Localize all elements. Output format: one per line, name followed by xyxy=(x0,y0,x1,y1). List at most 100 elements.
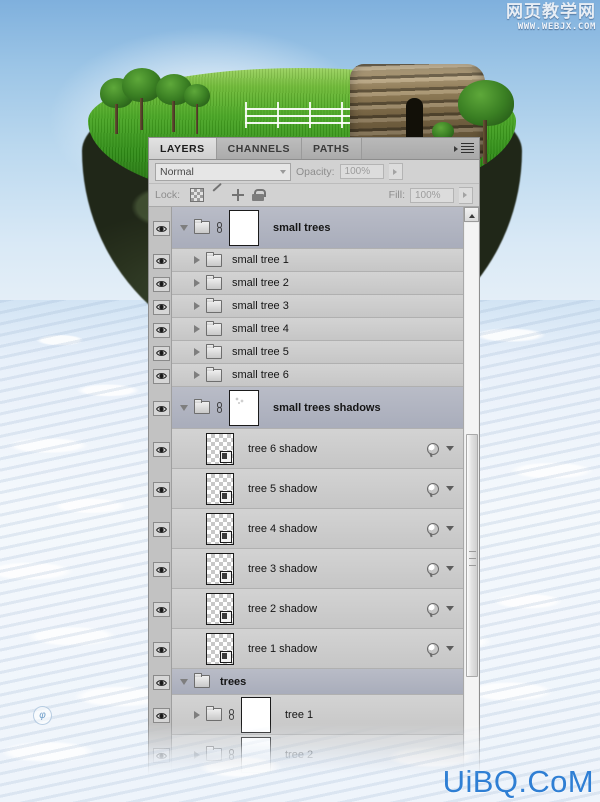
effects-expand-chevron-icon[interactable] xyxy=(446,446,454,451)
eye-visibility-icon[interactable] xyxy=(153,482,170,497)
tab-channels[interactable]: CHANNELS xyxy=(216,138,302,159)
layer-thumbnail[interactable] xyxy=(206,592,234,625)
scroll-up-arrow-icon[interactable] xyxy=(464,207,479,222)
layer-thumbnail[interactable] xyxy=(206,472,234,505)
effects-expand-chevron-icon[interactable] xyxy=(446,646,454,651)
effects-expand-chevron-icon[interactable] xyxy=(446,566,454,571)
layer-row[interactable]: tree 1 shadow xyxy=(172,629,463,669)
layer-row[interactable]: tree 1 xyxy=(172,695,463,735)
tab-layers[interactable]: LAYERS xyxy=(149,138,217,159)
eye-visibility-icon[interactable] xyxy=(153,602,170,617)
eye-visibility-icon[interactable] xyxy=(153,708,170,723)
layer-row[interactable]: small tree 5 xyxy=(172,341,463,364)
layer-effects-icon[interactable] xyxy=(427,442,439,455)
lock-icon-group xyxy=(190,188,267,202)
layer-effects-icon[interactable] xyxy=(427,602,439,615)
layer-thumbnail[interactable] xyxy=(206,432,234,465)
lock-image-pixels-icon[interactable] xyxy=(212,189,224,201)
effects-expand-chevron-icon[interactable] xyxy=(446,606,454,611)
layer-row[interactable]: tree 2 shadow xyxy=(172,589,463,629)
layer-row[interactable]: small tree 6 xyxy=(172,364,463,387)
layer-row[interactable]: tree 5 shadow xyxy=(172,469,463,509)
eye-visibility-icon[interactable] xyxy=(153,253,170,269)
layer-mask-thumbnail[interactable] xyxy=(229,389,259,426)
disclosure-triangle-down-icon[interactable] xyxy=(180,224,188,231)
effects-expand-chevron-icon[interactable] xyxy=(446,486,454,491)
eye-visibility-icon[interactable] xyxy=(153,675,170,690)
eye-visibility-icon[interactable] xyxy=(153,522,170,537)
disclosure-triangle-right-icon[interactable] xyxy=(194,710,200,719)
layer-mask-thumbnail[interactable] xyxy=(229,209,259,246)
layer-thumbnail[interactable] xyxy=(206,552,234,585)
disclosure-triangle-right-icon[interactable] xyxy=(194,750,200,759)
link-chain-icon[interactable] xyxy=(216,401,223,414)
eye-visibility-icon[interactable] xyxy=(153,368,170,384)
link-chain-icon[interactable] xyxy=(228,748,235,761)
disclosure-triangle-right-icon[interactable] xyxy=(194,371,200,379)
blend-mode-select[interactable]: Normal xyxy=(155,162,291,181)
smart-object-badge-icon xyxy=(220,610,232,623)
folder-icon xyxy=(206,320,222,336)
layer-row[interactable]: tree 3 shadow xyxy=(172,549,463,589)
tab-paths[interactable]: PATHS xyxy=(301,138,362,159)
disclosure-triangle-down-icon[interactable] xyxy=(180,404,188,411)
layer-effects-group xyxy=(427,522,463,535)
eye-visibility-icon[interactable] xyxy=(153,276,170,292)
lock-position-icon[interactable] xyxy=(232,189,245,201)
eye-visibility-icon[interactable] xyxy=(153,401,170,416)
opacity-spinner-icon[interactable] xyxy=(388,163,403,180)
smart-object-badge-icon xyxy=(220,650,232,663)
scrollbar-track[interactable] xyxy=(465,223,478,777)
link-chain-icon[interactable] xyxy=(216,221,223,234)
fill-input[interactable]: 100% xyxy=(410,187,454,203)
link-chain-icon[interactable] xyxy=(228,708,235,721)
layer-mask-thumbnail[interactable] xyxy=(241,696,271,733)
lock-transparency-icon[interactable] xyxy=(190,188,205,202)
eye-visibility-icon[interactable] xyxy=(153,322,170,338)
layer-name: tree 6 shadow xyxy=(248,442,318,455)
layer-effects-icon[interactable] xyxy=(427,522,439,535)
folder-icon xyxy=(206,746,222,761)
disclosure-triangle-right-icon[interactable] xyxy=(194,256,200,264)
eye-visibility-icon[interactable] xyxy=(153,562,170,577)
disclosure-triangle-right-icon[interactable] xyxy=(194,279,200,287)
layer-row[interactable]: tree 2 xyxy=(172,735,463,775)
fill-spinner-icon[interactable] xyxy=(459,186,473,204)
scrollbar-thumb[interactable] xyxy=(466,433,478,678)
layer-effects-icon[interactable] xyxy=(427,562,439,575)
eye-visibility-icon[interactable] xyxy=(153,345,170,361)
layer-row[interactable]: small tree 1 xyxy=(172,249,463,272)
eye-visibility-icon[interactable] xyxy=(153,642,170,657)
layers-scrollbar[interactable] xyxy=(463,207,479,777)
layer-row[interactable]: trees xyxy=(172,669,463,695)
effects-expand-chevron-icon[interactable] xyxy=(446,526,454,531)
layer-thumbnail[interactable] xyxy=(206,512,234,545)
disclosure-triangle-down-icon[interactable] xyxy=(180,678,188,685)
layer-row[interactable]: tree 6 shadow xyxy=(172,429,463,469)
layer-effects-icon[interactable] xyxy=(427,642,439,655)
layer-row[interactable]: small tree 4 xyxy=(172,318,463,341)
layer-mask-thumbnail[interactable] xyxy=(241,736,271,773)
folder-icon xyxy=(194,673,210,688)
layer-effects-icon[interactable] xyxy=(427,482,439,495)
disclosure-triangle-right-icon[interactable] xyxy=(194,302,200,310)
disclosure-triangle-right-icon[interactable] xyxy=(194,348,200,356)
layer-thumbnail[interactable] xyxy=(206,632,234,665)
eye-visibility-icon[interactable] xyxy=(153,748,170,763)
layer-effects-group xyxy=(427,442,463,455)
layer-row[interactable]: small tree 3 xyxy=(172,295,463,318)
lock-all-icon[interactable] xyxy=(252,189,267,201)
layer-row[interactable]: tree 4 shadow xyxy=(172,509,463,549)
eye-visibility-icon[interactable] xyxy=(153,221,170,236)
layer-row[interactable]: small tree 2 xyxy=(172,272,463,295)
disclosure-triangle-right-icon[interactable] xyxy=(194,325,200,333)
layer-name: small tree 2 xyxy=(232,277,289,289)
layer-row[interactable]: small trees xyxy=(172,207,463,249)
blend-mode-row: Normal Opacity: 100% xyxy=(149,160,479,184)
screenshot-stage: φ 网页教学网 WWW.WEBJX.COM UiBQ.CoM LAYERS CH… xyxy=(0,0,600,802)
eye-visibility-icon[interactable] xyxy=(153,299,170,315)
layer-row[interactable]: small trees shadows xyxy=(172,387,463,429)
eye-visibility-icon[interactable] xyxy=(153,442,170,457)
panel-menu-icon[interactable] xyxy=(454,142,474,155)
opacity-input[interactable]: 100% xyxy=(339,164,384,179)
